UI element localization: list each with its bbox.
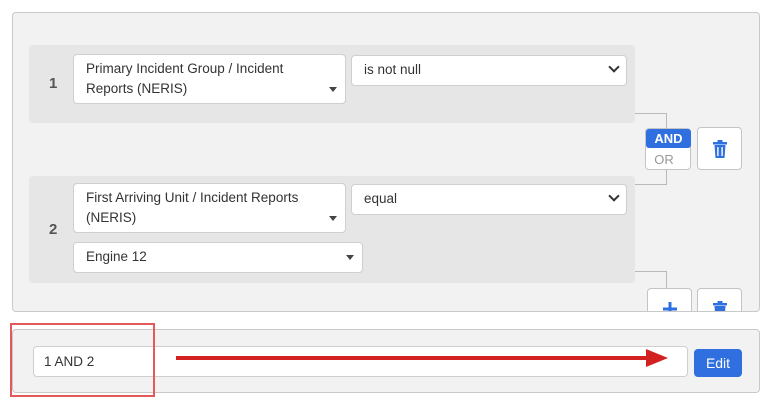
operator-select-label: is not null xyxy=(364,62,422,77)
operator-select[interactable]: is not null xyxy=(351,55,627,86)
rule-row-2: 2 First Arriving Unit / Incident Reports… xyxy=(29,176,635,283)
caret-down-icon xyxy=(329,87,337,92)
rule-number: 1 xyxy=(49,75,58,92)
arrow-head-annotation xyxy=(646,349,668,367)
caret-down-icon xyxy=(329,216,337,221)
logic-toggle[interactable]: AND OR xyxy=(645,128,691,170)
delete-rule-button[interactable] xyxy=(697,288,742,311)
and-option[interactable]: AND xyxy=(646,129,691,148)
operator-select[interactable]: equal xyxy=(351,184,627,215)
add-rule-button[interactable] xyxy=(647,288,692,311)
rule-row-1: 1 Primary Incident Group / Incident Repo… xyxy=(29,45,635,123)
trash-icon xyxy=(713,140,727,158)
field-select[interactable]: Primary Incident Group / Incident Report… xyxy=(73,54,346,104)
value-select[interactable]: Engine 12 xyxy=(73,242,363,273)
field-select[interactable]: First Arriving Unit / Incident Reports (… xyxy=(73,183,346,233)
delete-group-button[interactable] xyxy=(697,127,742,170)
or-option[interactable]: OR xyxy=(646,150,682,169)
edit-button[interactable]: Edit xyxy=(694,349,742,377)
caret-down-icon xyxy=(346,255,354,260)
operator-select-label: equal xyxy=(364,191,398,206)
field-select-label: First Arriving Unit / Incident Reports (… xyxy=(86,190,299,225)
plus-icon xyxy=(663,302,677,311)
rule-builder-panel: 1 Primary Incident Group / Incident Repo… xyxy=(12,12,760,312)
rule-number: 2 xyxy=(49,221,58,238)
trash-icon xyxy=(713,301,727,311)
field-select-label: Primary Incident Group / Incident Report… xyxy=(86,61,284,96)
highlight-annotation xyxy=(10,323,155,397)
arrow-annotation xyxy=(176,356,648,360)
chevron-down-icon xyxy=(608,190,620,202)
chevron-down-icon xyxy=(608,61,620,73)
value-select-label: Engine 12 xyxy=(86,249,147,264)
